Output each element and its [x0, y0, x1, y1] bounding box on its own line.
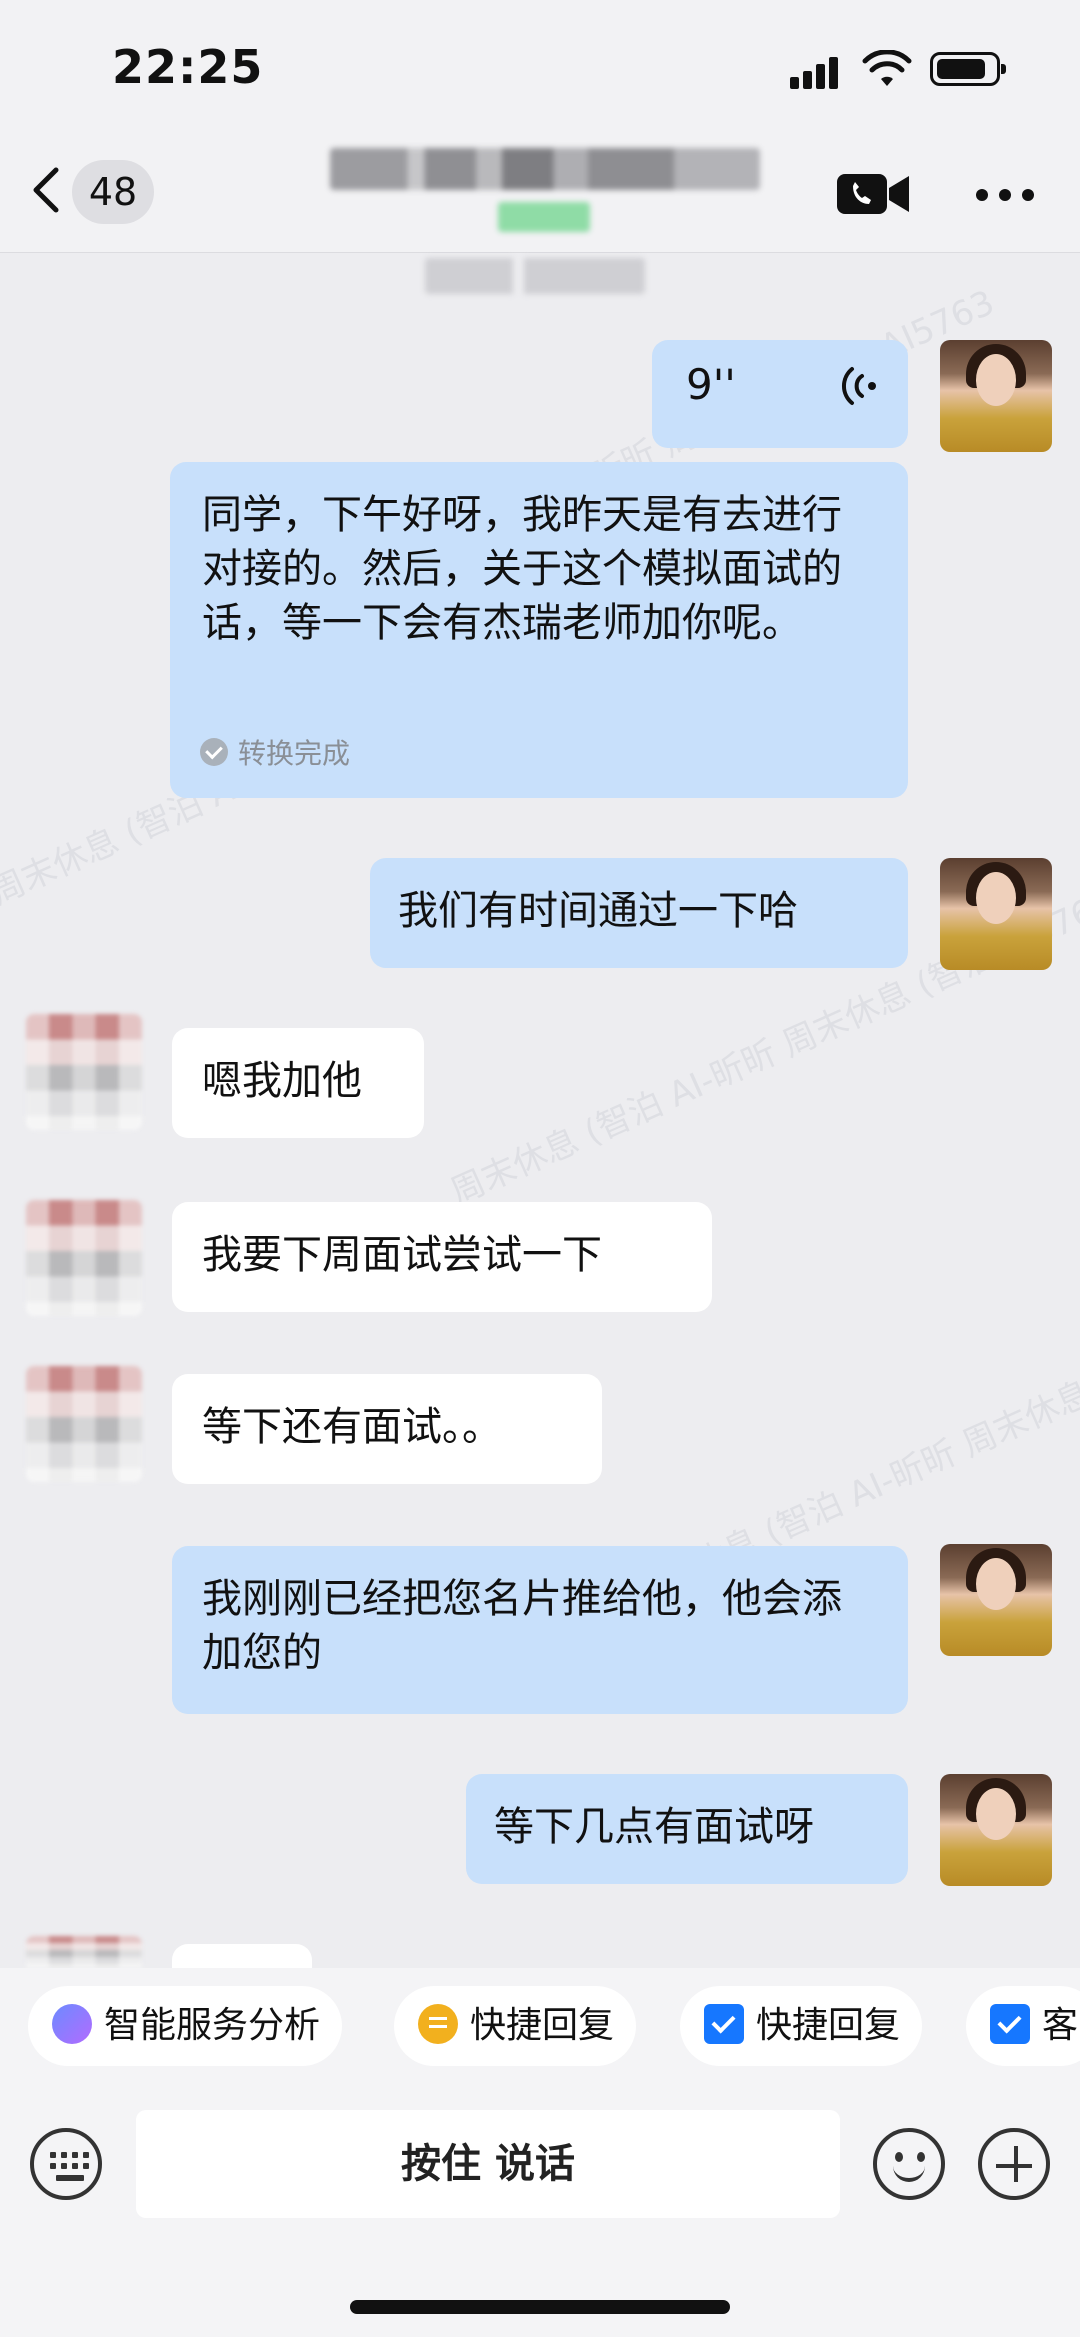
incoming-message-bubble-partial [172, 1944, 312, 1968]
emoji-icon[interactable] [873, 2128, 945, 2200]
contact-avatar-redacted[interactable] [26, 1014, 142, 1130]
chat-header: 48 [0, 140, 1080, 253]
outgoing-message-bubble[interactable]: 我刚刚已经把您名片推给他，他会添加您的 [172, 1546, 908, 1714]
chip-label: 快捷回复 [470, 2005, 615, 2046]
message-text: 嗯我加他 [202, 1058, 362, 1104]
my-avatar[interactable] [940, 1544, 1052, 1656]
incoming-message-bubble[interactable]: 嗯我加他 [172, 1028, 424, 1138]
incoming-message-bubble[interactable]: 我要下周面试尝试一下 [172, 1202, 712, 1312]
customer-chip[interactable]: 客 [966, 1986, 1080, 2066]
transcript-status: 转换完成 [200, 736, 350, 772]
my-avatar[interactable] [940, 1774, 1052, 1886]
cellular-signal-icon [790, 55, 842, 89]
keyboard-icon[interactable] [30, 2128, 102, 2200]
outgoing-message-bubble[interactable]: 我们有时间通过一下哈 [370, 858, 908, 968]
hold-to-talk-button[interactable]: 按住 说话 [136, 2110, 840, 2218]
smart-service-analysis-chip[interactable]: 智能服务分析 [28, 1986, 343, 2066]
battery-icon [930, 52, 1006, 86]
message-text: 我要下周面试尝试一下 [202, 1232, 602, 1278]
contact-avatar-redacted [26, 1936, 142, 1968]
message-text: 同学，下午好呀，我昨天是有去进行对接的。然后，关于这个模拟面试的话，等一下会有杰… [202, 492, 842, 646]
voice-wave-icon [841, 367, 876, 405]
status-bar: 22:25 [0, 0, 1080, 140]
add-attachment-icon[interactable] [978, 2128, 1050, 2200]
status-time: 22:25 [112, 40, 264, 94]
voice-message-bubble[interactable]: 9'' [652, 340, 908, 448]
contact-status-redacted [498, 202, 590, 232]
home-indicator[interactable] [350, 2300, 730, 2314]
video-call-icon[interactable] [835, 168, 911, 220]
quick-reply-icon [418, 2004, 458, 2044]
contact-name-redacted [330, 148, 760, 190]
outgoing-message-bubble[interactable]: 等下几点有面试呀 [466, 1774, 908, 1884]
input-bar: 按住 说话 [0, 2080, 1080, 2337]
wifi-icon [862, 50, 912, 86]
my-avatar[interactable] [940, 858, 1052, 970]
checkbox-icon [704, 2004, 744, 2044]
my-avatar[interactable] [940, 340, 1052, 452]
contact-avatar-redacted[interactable] [26, 1366, 142, 1482]
message-text: 等下还有面试。。 [202, 1404, 502, 1450]
chip-label: 快捷回复 [756, 2005, 901, 2046]
unread-count-badge[interactable]: 48 [72, 160, 154, 224]
voice-duration: 9'' [686, 360, 736, 409]
transcript-status-label: 转换完成 [238, 737, 351, 770]
quick-reply-chip[interactable]: 快捷回复 [394, 1986, 637, 2066]
check-circle-icon [200, 738, 228, 766]
chip-label: 客 [1042, 2005, 1079, 2046]
message-text: 我们有时间通过一下哈 [398, 888, 798, 934]
contact-avatar-redacted[interactable] [26, 1200, 142, 1316]
voice-transcript-bubble[interactable]: 同学，下午好呀，我昨天是有去进行对接的。然后，关于这个模拟面试的话，等一下会有杰… [170, 462, 908, 798]
more-options-icon[interactable] [975, 188, 1035, 202]
back-chevron-icon[interactable] [18, 160, 78, 220]
contact-subinfo-redacted [425, 258, 645, 294]
quick-reply-chip-2[interactable]: 快捷回复 [680, 1986, 923, 2066]
chip-label: 智能服务分析 [104, 2005, 321, 2046]
message-text: 我刚刚已经把您名片推给他，他会添加您的 [202, 1576, 842, 1676]
message-text: 等下几点有面试呀 [494, 1804, 814, 1850]
incoming-message-bubble[interactable]: 等下还有面试。。 [172, 1374, 602, 1484]
checkbox-icon [990, 2004, 1030, 2044]
ai-sparkle-icon [52, 2004, 92, 2044]
quick-actions-bar: 智能服务分析 快捷回复 快捷回复 客 [0, 1968, 1080, 2080]
